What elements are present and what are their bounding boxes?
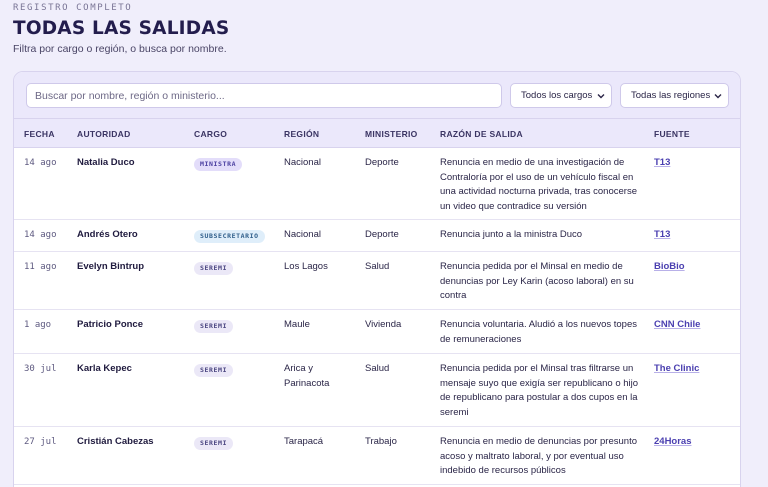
table-row: 11 ago Evelyn Bintrup SEREMI Los Lagos S… [14, 252, 740, 310]
column-header-fecha[interactable]: FECHA [24, 129, 55, 139]
row-date: 27 jul [24, 437, 57, 447]
row-date: 1 ago [24, 320, 52, 330]
row-region: Arica y Parinacota [284, 363, 330, 389]
region-select[interactable]: Todas las regiones [620, 83, 729, 108]
row-region: Maule [284, 319, 310, 330]
row-ministry: Deporte [365, 229, 399, 240]
row-reason: Renuncia en medio de una investigación d… [440, 157, 637, 212]
cargo-badge: SEREMI [194, 320, 234, 333]
row-date: 14 ago [24, 158, 57, 168]
row-source-link[interactable]: The Clinic [654, 362, 699, 377]
row-reason: Renuncia voluntaria. Aludió a los nuevos… [440, 319, 637, 345]
row-authority: Natalia Duco [77, 157, 135, 168]
table-row: 27 jul Cristián Cabezas SEREMI Tarapacá … [14, 427, 740, 485]
row-region: Nacional [284, 157, 321, 168]
column-header-autoridad[interactable]: AUTORIDAD [77, 129, 131, 139]
column-header-cargo[interactable]: CARGO [194, 129, 227, 139]
row-authority: Evelyn Bintrup [77, 261, 145, 272]
row-reason: Renuncia pedida por el Minsal en medio d… [440, 261, 634, 301]
table-header: FECHA AUTORIDAD CARGO REGIÓN MINISTERIO … [14, 118, 740, 148]
row-date: 14 ago [24, 230, 57, 240]
chevron-down-icon [714, 93, 722, 98]
column-header-fuente[interactable]: FUENTE [654, 129, 690, 139]
row-source-link[interactable]: T13 [654, 228, 670, 243]
cargo-select-value: Todos los cargos [521, 90, 593, 101]
cargo-badge: SUBSECRETARIO [194, 230, 265, 243]
row-authority: Cristián Cabezas [77, 436, 154, 447]
row-date: 30 jul [24, 364, 57, 374]
page-title: TODAS LAS SALIDAS [13, 18, 230, 39]
table-row: 14 ago Natalia Duco MINISTRA Nacional De… [14, 148, 740, 220]
row-source-link[interactable]: CNN Chile [654, 318, 700, 333]
filter-bar: Todos los cargos Todas las regiones [14, 72, 740, 118]
cargo-badge: SEREMI [194, 437, 234, 450]
row-source-link[interactable]: T13 [654, 156, 670, 171]
row-region: Nacional [284, 229, 321, 240]
row-region: Tarapacá [284, 436, 324, 447]
column-header-razon[interactable]: RAZÓN DE SALIDA [440, 129, 523, 139]
row-ministry: Vivienda [365, 319, 402, 330]
table-row: 14 ago Andrés Otero SUBSECRETARIO Nacion… [14, 220, 740, 252]
table-row: 1 ago Patricio Ponce SEREMI Maule Vivien… [14, 310, 740, 354]
cargo-badge: SEREMI [194, 262, 234, 275]
row-ministry: Salud [365, 363, 390, 374]
row-source-link[interactable]: BioBio [654, 260, 685, 275]
row-region: Los Lagos [284, 261, 328, 272]
column-header-ministerio[interactable]: MINISTERIO [365, 129, 418, 139]
exits-panel: Todos los cargos Todas las regiones FECH… [13, 71, 741, 487]
row-reason: Renuncia junto a la ministra Duco [440, 229, 583, 240]
chevron-down-icon [597, 93, 605, 98]
page-subtitle: Filtra por cargo o región, o busca por n… [13, 43, 227, 55]
row-authority: Karla Kepec [77, 363, 132, 374]
region-select-value: Todas las regiones [631, 90, 711, 101]
row-date: 11 ago [24, 262, 57, 272]
row-ministry: Trabajo [365, 436, 397, 447]
cargo-select[interactable]: Todos los cargos [510, 83, 612, 108]
row-reason: Renuncia en medio de denuncias por presu… [440, 436, 637, 476]
row-ministry: Deporte [365, 157, 399, 168]
page-eyebrow: REGISTRO COMPLETO [13, 3, 133, 13]
cargo-badge: SEREMI [194, 364, 234, 377]
cargo-badge: MINISTRA [194, 158, 243, 171]
table-row: 30 jul Karla Kepec SEREMI Arica y Parina… [14, 354, 740, 427]
column-header-region[interactable]: REGIÓN [284, 129, 319, 139]
search-input[interactable] [26, 83, 502, 108]
row-reason: Renuncia pedida por el Minsal tras filtr… [440, 363, 639, 418]
row-source-link[interactable]: 24Horas [654, 435, 692, 450]
row-ministry: Salud [365, 261, 390, 272]
row-authority: Andrés Otero [77, 229, 138, 240]
row-authority: Patricio Ponce [77, 319, 143, 330]
